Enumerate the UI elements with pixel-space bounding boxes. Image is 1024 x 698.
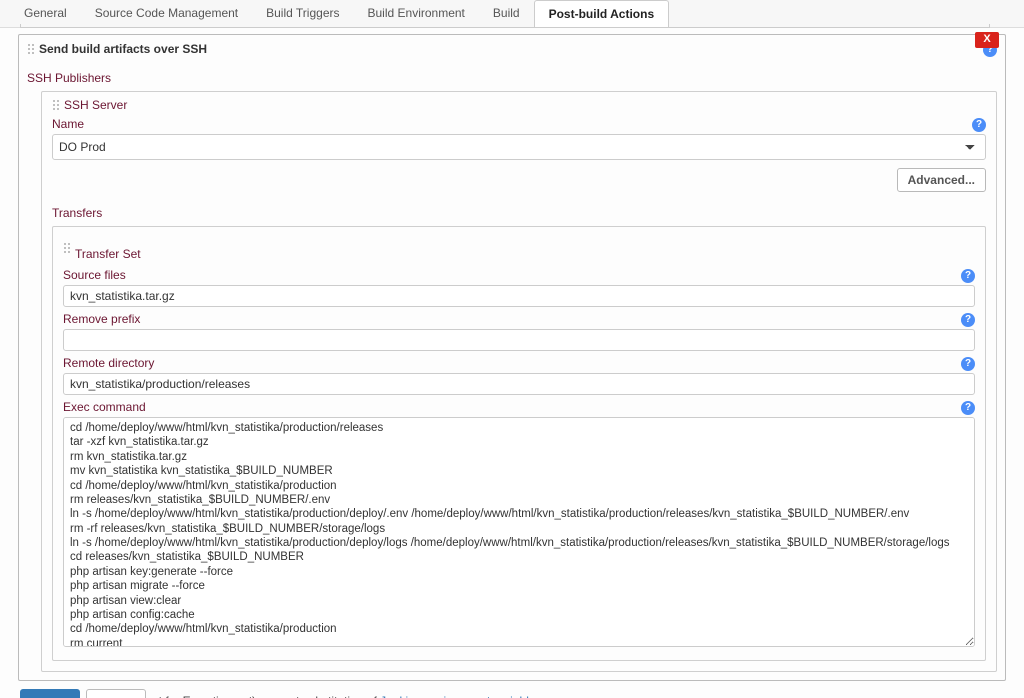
- action-title: Send build artifacts over SSH: [39, 42, 207, 56]
- remove-prefix-input[interactable]: [63, 329, 975, 351]
- apply-button[interactable]: [86, 689, 146, 698]
- ssh-server-label: SSH Server: [64, 98, 127, 112]
- footer-hint: ot for Exec timeout) support substitutio…: [20, 689, 1024, 698]
- name-label: Name: [52, 117, 84, 131]
- drag-handle-icon[interactable]: [27, 43, 35, 55]
- transfer-set-box: Transfer Set Source files ? Remove prefi…: [52, 226, 986, 661]
- section-heading-cutoff: [0, 24, 1024, 28]
- exec-command-label: Exec command: [63, 400, 146, 414]
- transfer-set-label: Transfer Set: [75, 247, 141, 261]
- advanced-button[interactable]: Advanced...: [897, 168, 986, 192]
- remove-prefix-label: Remove prefix: [63, 312, 140, 326]
- ssh-server-name-select[interactable]: DO Prod: [52, 134, 986, 160]
- transfers-label: Transfers: [52, 206, 986, 220]
- jenkins-env-vars-link[interactable]: Jenkins environment variables: [380, 694, 541, 698]
- source-files-input[interactable]: [63, 285, 975, 307]
- remote-directory-label: Remote directory: [63, 356, 154, 370]
- help-icon[interactable]: ?: [961, 401, 975, 415]
- ssh-publishers-label: SSH Publishers: [27, 71, 997, 85]
- delete-action-button[interactable]: X: [975, 32, 999, 48]
- drag-handle-icon[interactable]: [63, 242, 71, 254]
- drag-handle-icon[interactable]: [52, 99, 60, 111]
- ssh-server-box: SSH Server Name ? DO Prod Advanced... Tr…: [41, 91, 997, 672]
- post-build-action-ssh: X Send build artifacts over SSH ? SSH Pu…: [18, 34, 1006, 681]
- help-icon[interactable]: ?: [961, 357, 975, 371]
- exec-command-textarea[interactable]: [63, 417, 975, 647]
- save-button[interactable]: [20, 689, 80, 698]
- help-icon[interactable]: ?: [972, 118, 986, 132]
- source-files-label: Source files: [63, 268, 126, 282]
- help-icon[interactable]: ?: [961, 313, 975, 327]
- remote-directory-input[interactable]: [63, 373, 975, 395]
- help-icon[interactable]: ?: [961, 269, 975, 283]
- footer-hint-text: ot for Exec timeout) support substitutio…: [152, 694, 380, 698]
